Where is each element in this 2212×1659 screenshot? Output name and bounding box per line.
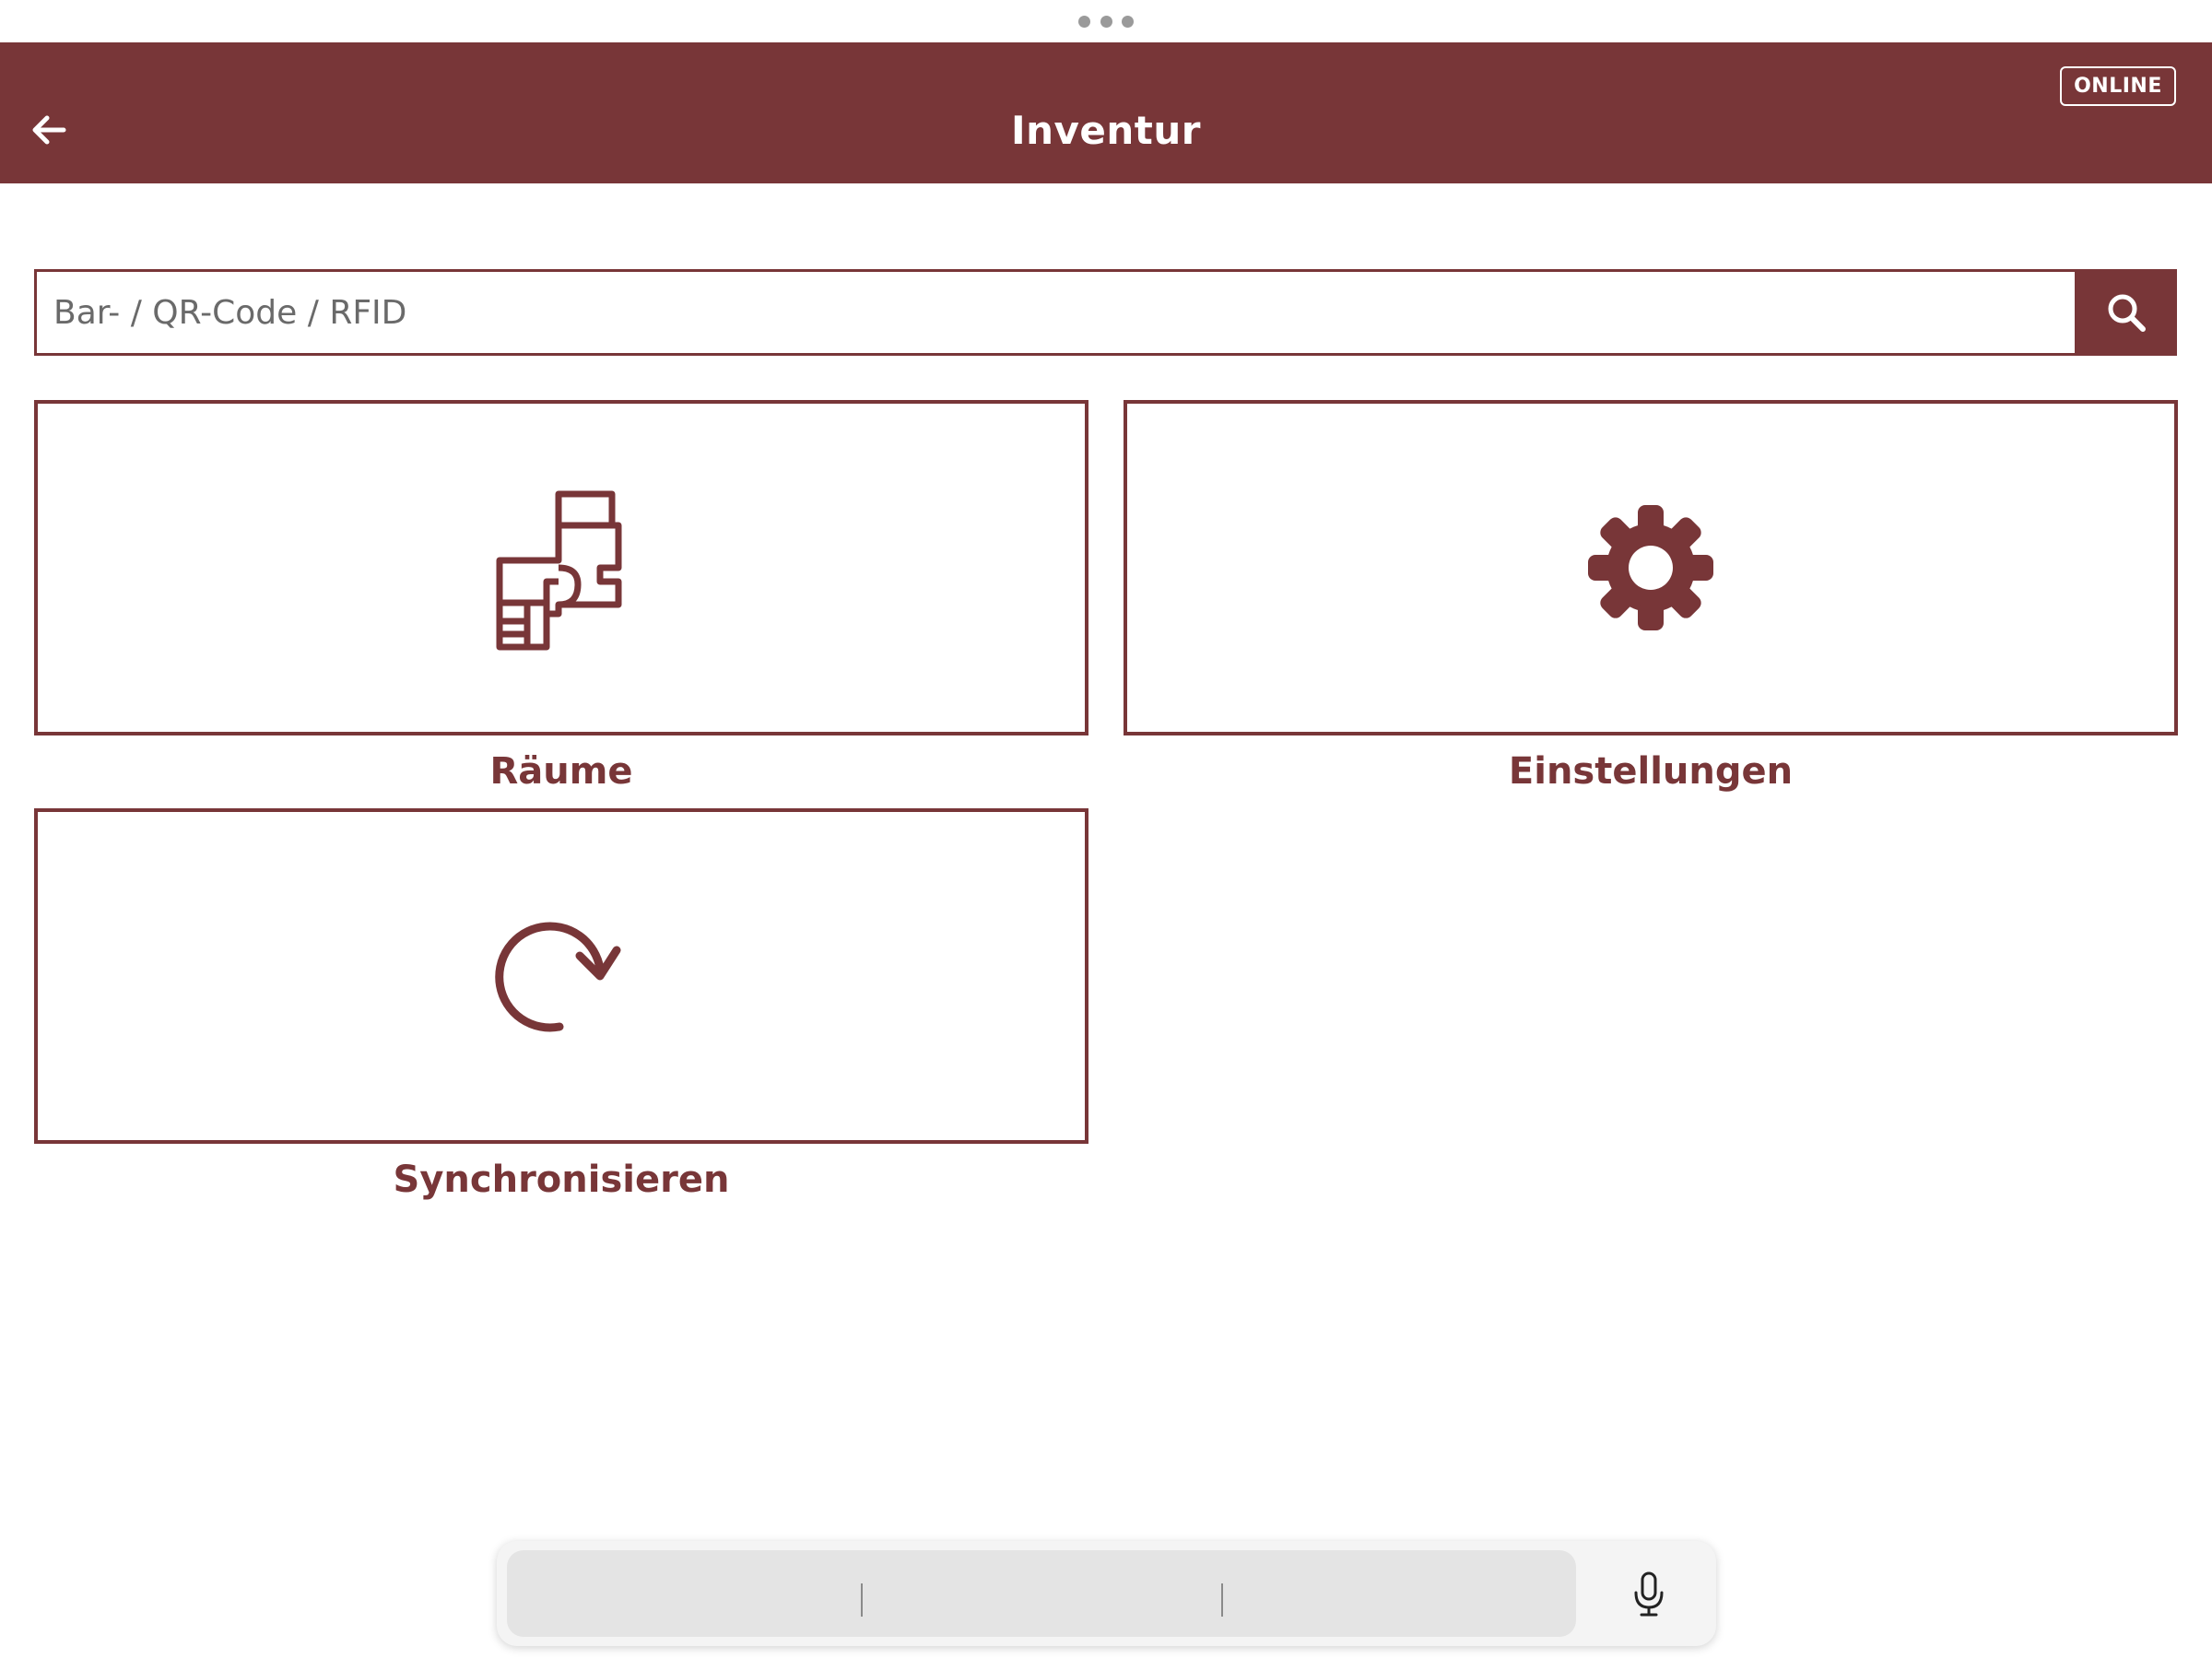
gear-icon — [1588, 505, 1713, 630]
suggestion-divider — [1221, 1583, 1223, 1617]
search-bar — [34, 269, 2177, 356]
tile-synchronisieren-box[interactable] — [34, 808, 1088, 1144]
tile-einstellungen-box[interactable] — [1124, 400, 2178, 735]
multitasking-dots[interactable] — [1078, 15, 1134, 28]
predictive-text-bar[interactable] — [507, 1550, 1576, 1637]
microphone-icon — [1634, 1571, 1664, 1617]
sync-icon — [495, 922, 621, 1032]
suggestion-divider — [861, 1583, 863, 1617]
tile-einstellungen[interactable]: Einstellungen — [1124, 400, 2178, 796]
keyboard-shortcut-bar — [497, 1541, 1716, 1646]
dictation-button[interactable] — [1621, 1567, 1677, 1622]
tile-raeume-label: Räume — [489, 750, 633, 793]
search-input[interactable] — [34, 269, 2075, 356]
tile-synchronisieren[interactable]: Synchronisieren — [34, 808, 1088, 1205]
tile-synchronisieren-label: Synchronisieren — [393, 1159, 730, 1201]
status-badge: ONLINE — [2060, 66, 2176, 106]
dot — [1100, 15, 1112, 28]
dot — [1078, 15, 1090, 28]
search-button[interactable] — [2075, 269, 2177, 356]
tile-einstellungen-label: Einstellungen — [1508, 750, 1794, 793]
page-title: Inventur — [1011, 108, 1201, 153]
dot — [1122, 15, 1134, 28]
tile-raeume[interactable]: Räume — [34, 400, 1088, 796]
floor-plan-icon — [496, 490, 622, 651]
search-icon — [2108, 294, 2146, 332]
tile-raeume-box[interactable] — [34, 400, 1088, 735]
